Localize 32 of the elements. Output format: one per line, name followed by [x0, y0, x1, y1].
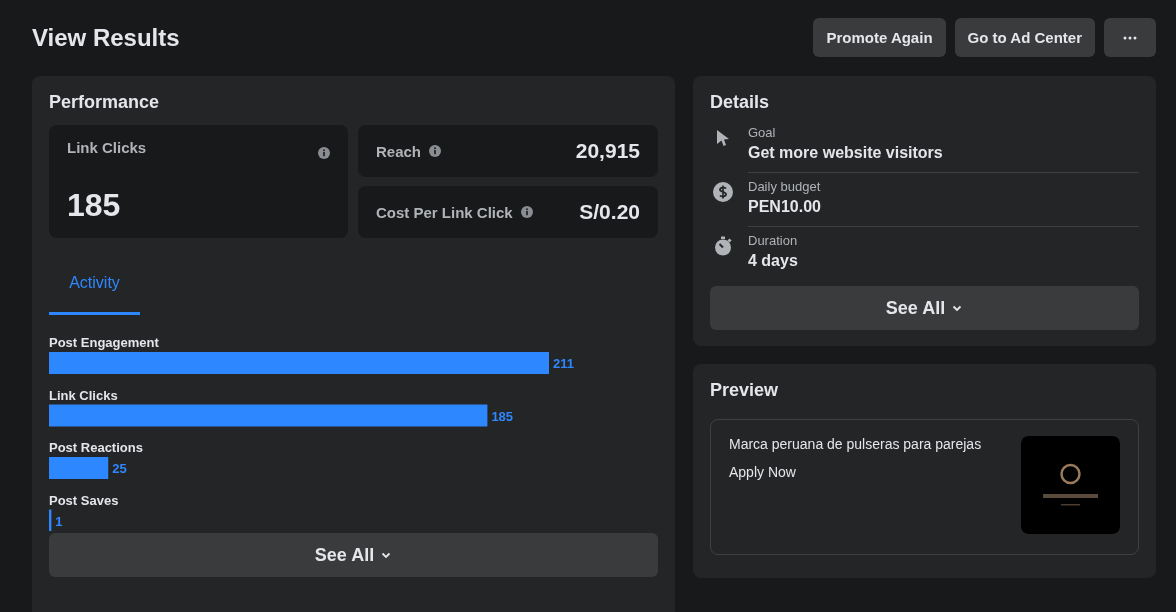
page-title: View Results [32, 23, 181, 52]
ad-text: Marca peruana de pulseras para parejas [729, 436, 982, 452]
call-to-action: Apply Now [729, 464, 797, 480]
detail-label: Duration [748, 233, 799, 248]
detail-value: PEN10.00 [748, 198, 822, 216]
panel-title: Performance [49, 92, 161, 113]
detail-label: Daily budget [748, 179, 822, 194]
bar-value: 211 [553, 356, 574, 371]
metric-label: Cost Per Link Click [376, 203, 513, 221]
metric-value: 185 [67, 187, 122, 224]
header-button[interactable]: Promote Again [813, 18, 946, 57]
panel-title: Preview [710, 380, 780, 401]
detail-value: 4 days [748, 252, 799, 270]
tab[interactable]: Activity [49, 262, 140, 315]
ad-preview-card[interactable]: Marca peruana de pulseras para parejas Apply Now [710, 419, 1139, 555]
bar-value: 185 [491, 408, 514, 424]
bar-label: Post Saves [49, 492, 119, 508]
see-all-button[interactable]: See All [49, 533, 658, 577]
bar-label: Post Reactions [49, 440, 143, 455]
bar-label: Link Clicks [49, 387, 118, 403]
metric-label: Reach [376, 142, 422, 160]
header-button[interactable]: Go to Ad Center [954, 18, 1095, 57]
metric-value: S/0.20 [579, 200, 640, 224]
bar-label: Post Engagement [49, 335, 159, 350]
metric-value: 20,915 [575, 139, 640, 163]
see-all-button[interactable]: See All [710, 286, 1139, 330]
bar-value: 1 [55, 513, 63, 529]
panel-title: Details [710, 92, 771, 113]
metric-label: Link Clicks [67, 139, 147, 156]
bar-value: 25 [112, 461, 127, 476]
detail-value: Get more website visitors [748, 144, 944, 162]
detail-label: Goal [748, 125, 777, 140]
